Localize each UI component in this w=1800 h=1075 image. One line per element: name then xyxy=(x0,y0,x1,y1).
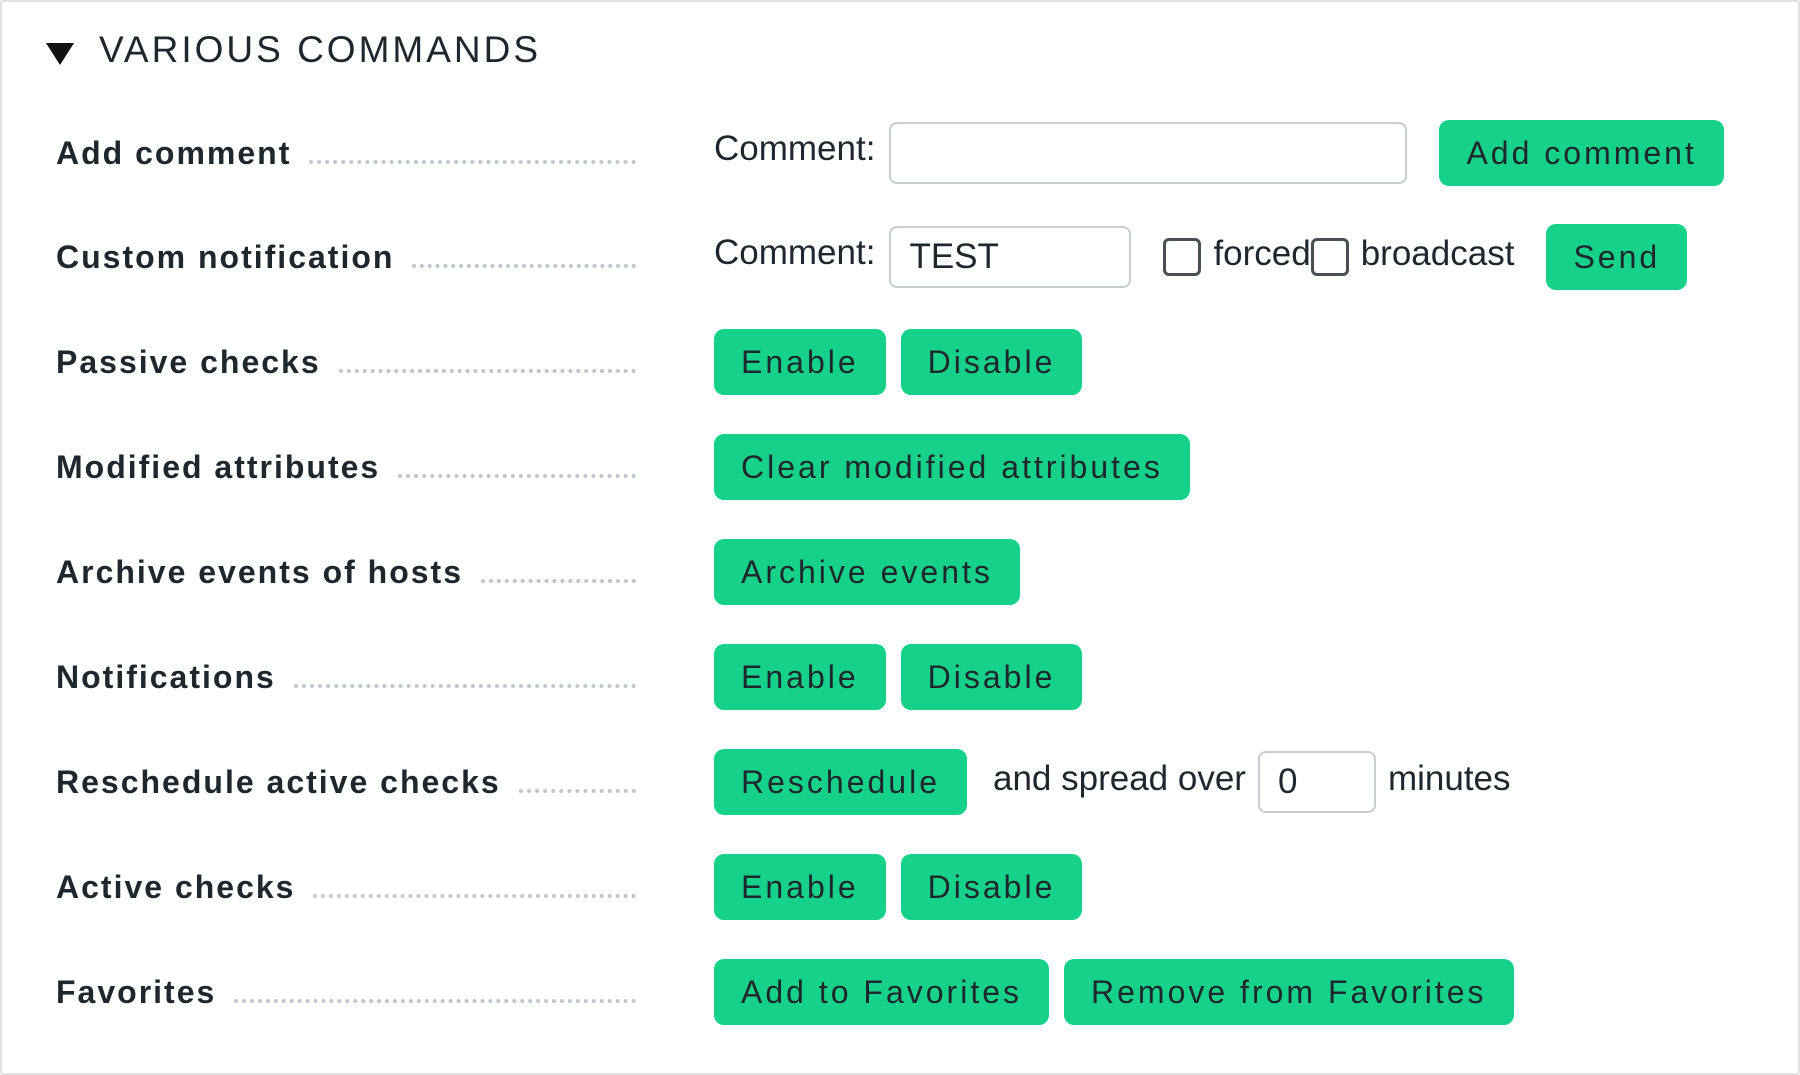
dotted-leader xyxy=(412,264,636,268)
comment-label: Comment: xyxy=(714,129,876,168)
section-header[interactable]: VARIOUS COMMANDS xyxy=(46,29,542,70)
row-favorites: Favorites Add to Favorites Remove from F… xyxy=(2,957,1798,1027)
row-label: Custom notification xyxy=(56,238,395,275)
row-label: Favorites xyxy=(56,973,217,1010)
forced-label: forced xyxy=(1213,234,1311,273)
broadcast-checkbox[interactable] xyxy=(1310,238,1349,276)
row-notifications: Notifications Enable Disable xyxy=(2,642,1798,712)
row-modified-attributes: Modified attributes Clear modified attri… xyxy=(2,432,1798,502)
section-title: VARIOUS COMMANDS xyxy=(99,29,542,70)
dotted-leader xyxy=(518,789,636,793)
add-to-favorites-button[interactable]: Add to Favorites xyxy=(714,959,1049,1025)
passive-checks-enable-button[interactable]: Enable xyxy=(714,329,886,395)
add-comment-input[interactable] xyxy=(889,122,1408,184)
various-commands-panel: VARIOUS COMMANDS Add comment Comment: Ad… xyxy=(0,0,1800,1075)
notification-comment-input[interactable] xyxy=(889,226,1132,288)
row-label: Reschedule active checks xyxy=(56,763,501,800)
row-archive-events: Archive events of hosts Archive events xyxy=(2,537,1798,607)
dotted-leader xyxy=(234,999,636,1003)
passive-checks-disable-button[interactable]: Disable xyxy=(900,329,1083,395)
row-custom-notification: Custom notification Comment: forced broa… xyxy=(2,222,1798,292)
spread-minutes-input[interactable] xyxy=(1257,751,1376,813)
dotted-leader xyxy=(313,894,636,898)
active-checks-disable-button[interactable]: Disable xyxy=(900,854,1083,920)
notifications-disable-button[interactable]: Disable xyxy=(900,644,1083,710)
row-active-checks: Active checks Enable Disable xyxy=(2,852,1798,922)
dotted-leader xyxy=(309,160,636,164)
row-label: Add comment xyxy=(56,134,292,171)
clear-modified-attributes-button[interactable]: Clear modified attributes xyxy=(714,434,1190,500)
row-reschedule-active-checks: Reschedule active checks Reschedule and … xyxy=(2,747,1798,817)
minutes-label: minutes xyxy=(1387,759,1511,798)
row-label: Modified attributes xyxy=(56,448,381,485)
comment-label: Comment: xyxy=(714,233,876,272)
broadcast-label: broadcast xyxy=(1360,234,1515,273)
row-label: Active checks xyxy=(56,868,296,905)
row-label: Passive checks xyxy=(56,343,321,380)
archive-events-button[interactable]: Archive events xyxy=(714,539,1020,605)
remove-from-favorites-button[interactable]: Remove from Favorites xyxy=(1064,959,1514,1025)
spread-over-label: and spread over xyxy=(993,759,1246,798)
active-checks-enable-button[interactable]: Enable xyxy=(714,854,886,920)
row-label: Archive events of hosts xyxy=(56,553,463,590)
forced-checkbox[interactable] xyxy=(1163,238,1202,276)
row-passive-checks: Passive checks Enable Disable xyxy=(2,327,1798,397)
dotted-leader xyxy=(481,579,636,583)
collapse-triangle-icon[interactable] xyxy=(46,43,74,65)
notifications-enable-button[interactable]: Enable xyxy=(714,644,886,710)
row-add-comment: Add comment Comment: Add comment xyxy=(2,118,1798,188)
reschedule-button[interactable]: Reschedule xyxy=(714,749,967,815)
dotted-leader xyxy=(293,684,636,688)
dotted-leader xyxy=(398,474,636,478)
row-label: Notifications xyxy=(56,658,276,695)
add-comment-button[interactable]: Add comment xyxy=(1439,120,1724,186)
send-button[interactable]: Send xyxy=(1546,224,1688,290)
dotted-leader xyxy=(338,369,636,373)
